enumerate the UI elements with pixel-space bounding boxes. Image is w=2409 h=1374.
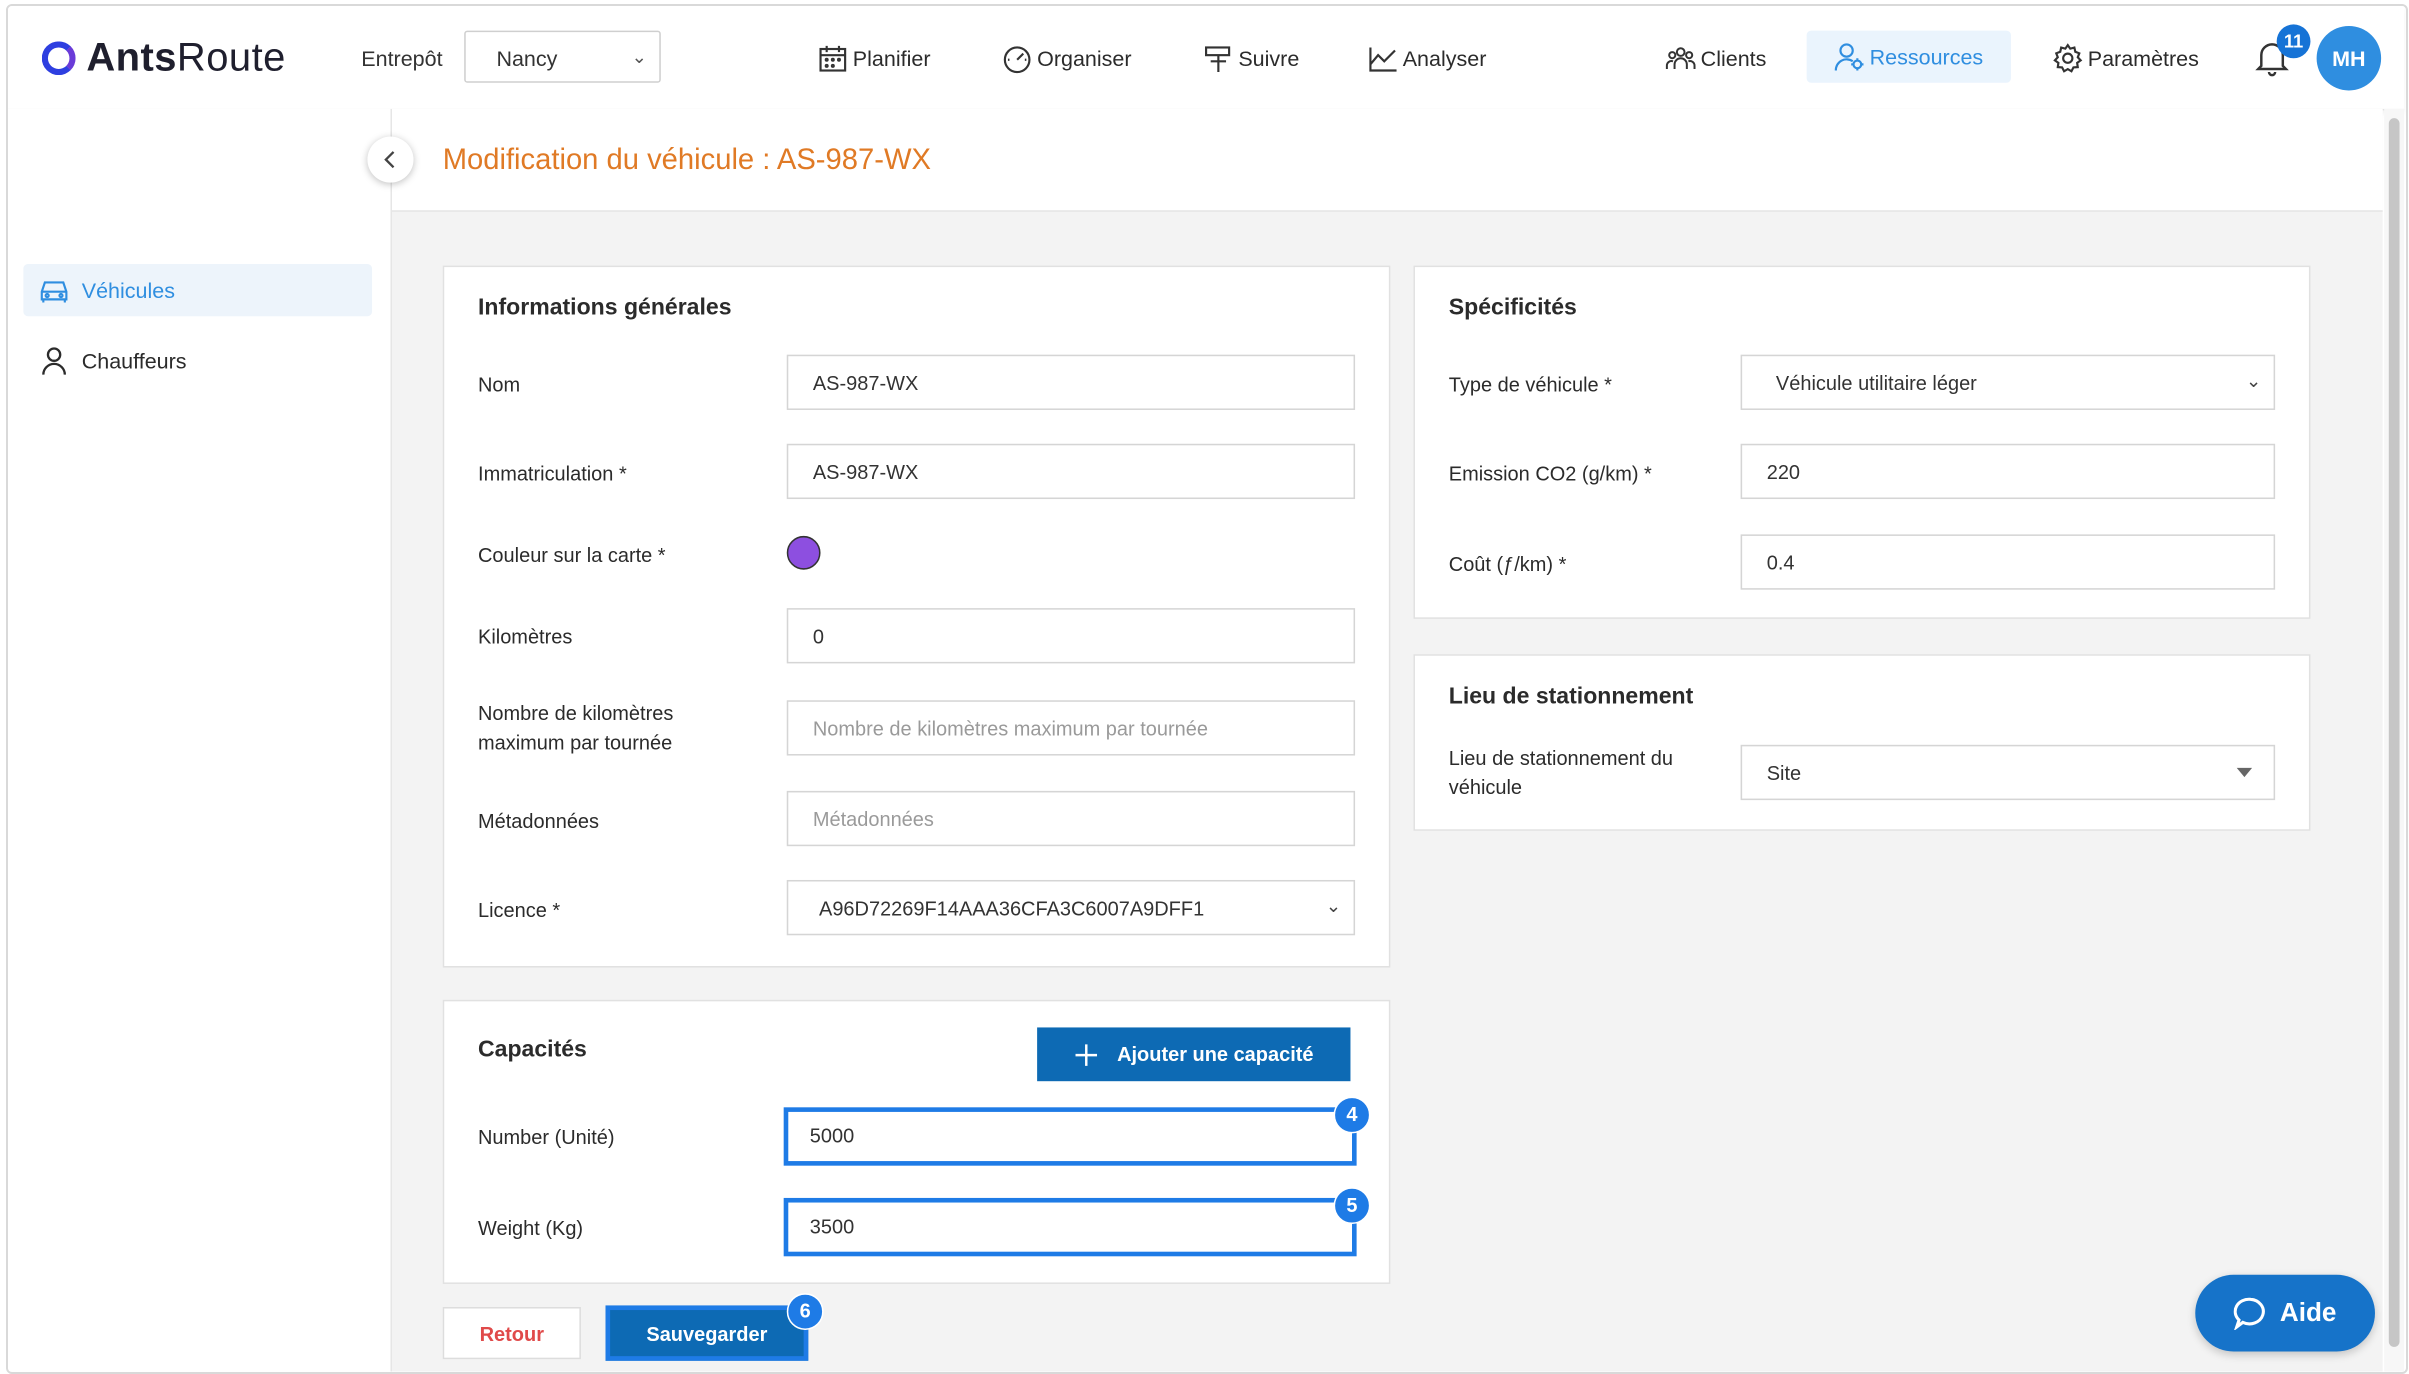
card-title: Informations générales [478, 294, 732, 321]
specifications-card: Spécificités Type de véhicule * Véhicule… [1413, 265, 2311, 619]
page-header: Modification du véhicule : AS-987-WX [392, 108, 2383, 212]
max-km-input[interactable]: Nombre de kilomètres maximum par tournée [786, 700, 1356, 756]
warehouse-value: Nancy [496, 45, 558, 71]
nav-parametres[interactable]: Paramètres [2052, 43, 2199, 74]
main-content: Modification du véhicule : AS-987-WX Inf… [392, 108, 2383, 1372]
logo-text: AntsRoute [86, 33, 286, 80]
plus-icon [1075, 1043, 1098, 1066]
nav-analyser[interactable]: Analyser [1367, 43, 1486, 74]
chat-bubble-icon [2233, 1297, 2265, 1331]
sidebar-item-chauffeurs[interactable]: Chauffeurs [23, 335, 372, 387]
name-label: Nom [478, 373, 521, 397]
license-value: A96D72269F14AAA36CFA3C6007A9DFF1 [819, 896, 1205, 920]
nav-ressources[interactable]: Ressources [1806, 30, 2011, 83]
user-settings-icon [1834, 43, 1864, 71]
nav-suivre[interactable]: Suivre [1203, 43, 1299, 74]
sidebar-item-label: Chauffeurs [81, 348, 187, 374]
help-button[interactable]: Aide [2195, 1274, 2375, 1352]
save-button[interactable]: Sauvegarder [605, 1305, 809, 1361]
plate-label: Immatriculation * [478, 462, 627, 486]
license-select[interactable]: A96D72269F14AAA36CFA3C6007A9DFF1 ⌄ [786, 879, 1356, 936]
max-km-label: Nombre de kilomètres maximum par tournée [478, 701, 674, 755]
nav-planifier[interactable]: Planifier [817, 43, 931, 74]
chevron-down-icon: ⌄ [1325, 895, 1342, 917]
sidebar: Véhicules Chauffeurs [8, 108, 392, 1372]
step-marker-5: 5 [1333, 1187, 1371, 1225]
person-icon [42, 347, 66, 375]
number-capacity-label: Number (Unité) [478, 1125, 615, 1149]
step-marker-4: 4 [1333, 1096, 1371, 1134]
license-label: Licence * [478, 898, 561, 922]
parking-label: Lieu de stationnement du véhicule [1448, 746, 1674, 799]
user-avatar[interactable]: MH [2316, 25, 2382, 91]
scrollbar-thumb[interactable] [2388, 118, 2400, 1347]
parking-select[interactable]: Site [1740, 744, 2276, 801]
collapse-sidebar-button[interactable] [367, 136, 414, 183]
top-navigation: AntsRoute Entrepôt Nancy ⌄ Planifier Org… [8, 6, 2405, 111]
parking-value: Site [1766, 761, 1802, 785]
notification-badge: 11 [2276, 24, 2311, 59]
cost-input[interactable]: 0.4 [1740, 534, 2276, 590]
vehicle-type-value: Véhicule utilitaire léger [1775, 371, 1977, 395]
metadata-label: Métadonnées [478, 809, 600, 833]
vehicle-type-label: Type de véhicule * [1448, 373, 1612, 397]
sidebar-item-vehicules[interactable]: Véhicules [23, 264, 373, 317]
kilometers-input[interactable]: 0 [786, 608, 1356, 664]
users-icon [1665, 47, 1696, 69]
caret-down-icon [2236, 767, 2253, 778]
warehouse-select[interactable]: Nancy ⌄ [464, 30, 661, 83]
nav-clients[interactable]: Clients [1665, 43, 1766, 74]
card-title: Lieu de stationnement [1448, 683, 1694, 710]
logo-mark-icon [41, 40, 76, 75]
chevron-down-icon: ⌄ [631, 45, 647, 68]
cost-label: Coût (ƒ/km) * [1448, 552, 1567, 576]
car-icon [40, 281, 68, 303]
name-input[interactable]: AS-987-WX [786, 354, 1356, 410]
map-color-picker[interactable] [786, 535, 821, 570]
calendar-icon [819, 45, 847, 72]
app-logo[interactable]: AntsRoute [41, 33, 286, 82]
map-color-label: Couleur sur la carte * [478, 543, 666, 567]
co2-input[interactable]: 220 [1740, 443, 2276, 500]
gear-icon [2053, 43, 2083, 73]
vehicle-type-select[interactable]: Véhicule utilitaire léger ⌄ [1740, 354, 2276, 410]
step-marker-6: 6 [786, 1293, 824, 1331]
number-capacity-input[interactable]: 5000 [783, 1107, 1357, 1166]
chevron-down-icon: ⌄ [2245, 370, 2262, 392]
sidebar-item-label: Véhicules [81, 277, 175, 303]
app-window: AntsRoute Entrepôt Nancy ⌄ Planifier Org… [6, 4, 2408, 1374]
weight-capacity-label: Weight (Kg) [478, 1216, 584, 1240]
general-info-card: Informations générales Nom AS-987-WX Imm… [442, 265, 1391, 968]
add-capacity-button[interactable]: Ajouter une capacité [1037, 1027, 1351, 1082]
app-stage: AntsRoute Entrepôt Nancy ⌄ Planifier Org… [8, 6, 2405, 1372]
gauge-icon [1003, 46, 1031, 74]
card-title: Spécificités [1448, 294, 1577, 321]
card-title: Capacités [478, 1036, 587, 1063]
parking-card: Lieu de stationnement Lieu de stationnem… [1413, 654, 2311, 831]
signpost-icon [1205, 46, 1231, 73]
back-button[interactable]: Retour [442, 1306, 581, 1360]
kilometers-label: Kilomètres [478, 625, 573, 649]
warehouse-label: Entrepôt [361, 45, 443, 71]
nav-organiser[interactable]: Organiser [1002, 43, 1132, 74]
capacities-card: Capacités Ajouter une capacité Number (U… [442, 999, 1391, 1284]
plate-input[interactable]: AS-987-WX [786, 443, 1356, 500]
weight-capacity-input[interactable]: 3500 [783, 1197, 1357, 1257]
co2-label: Emission CO2 (g/km) * [1448, 462, 1652, 486]
page-title: Modification du véhicule : AS-987-WX [442, 144, 931, 177]
metadata-input[interactable]: Métadonnées [786, 790, 1356, 847]
page-scrollbar[interactable] [2384, 108, 2405, 1372]
chevron-left-icon [384, 151, 395, 169]
chart-area-icon [1369, 47, 1397, 72]
